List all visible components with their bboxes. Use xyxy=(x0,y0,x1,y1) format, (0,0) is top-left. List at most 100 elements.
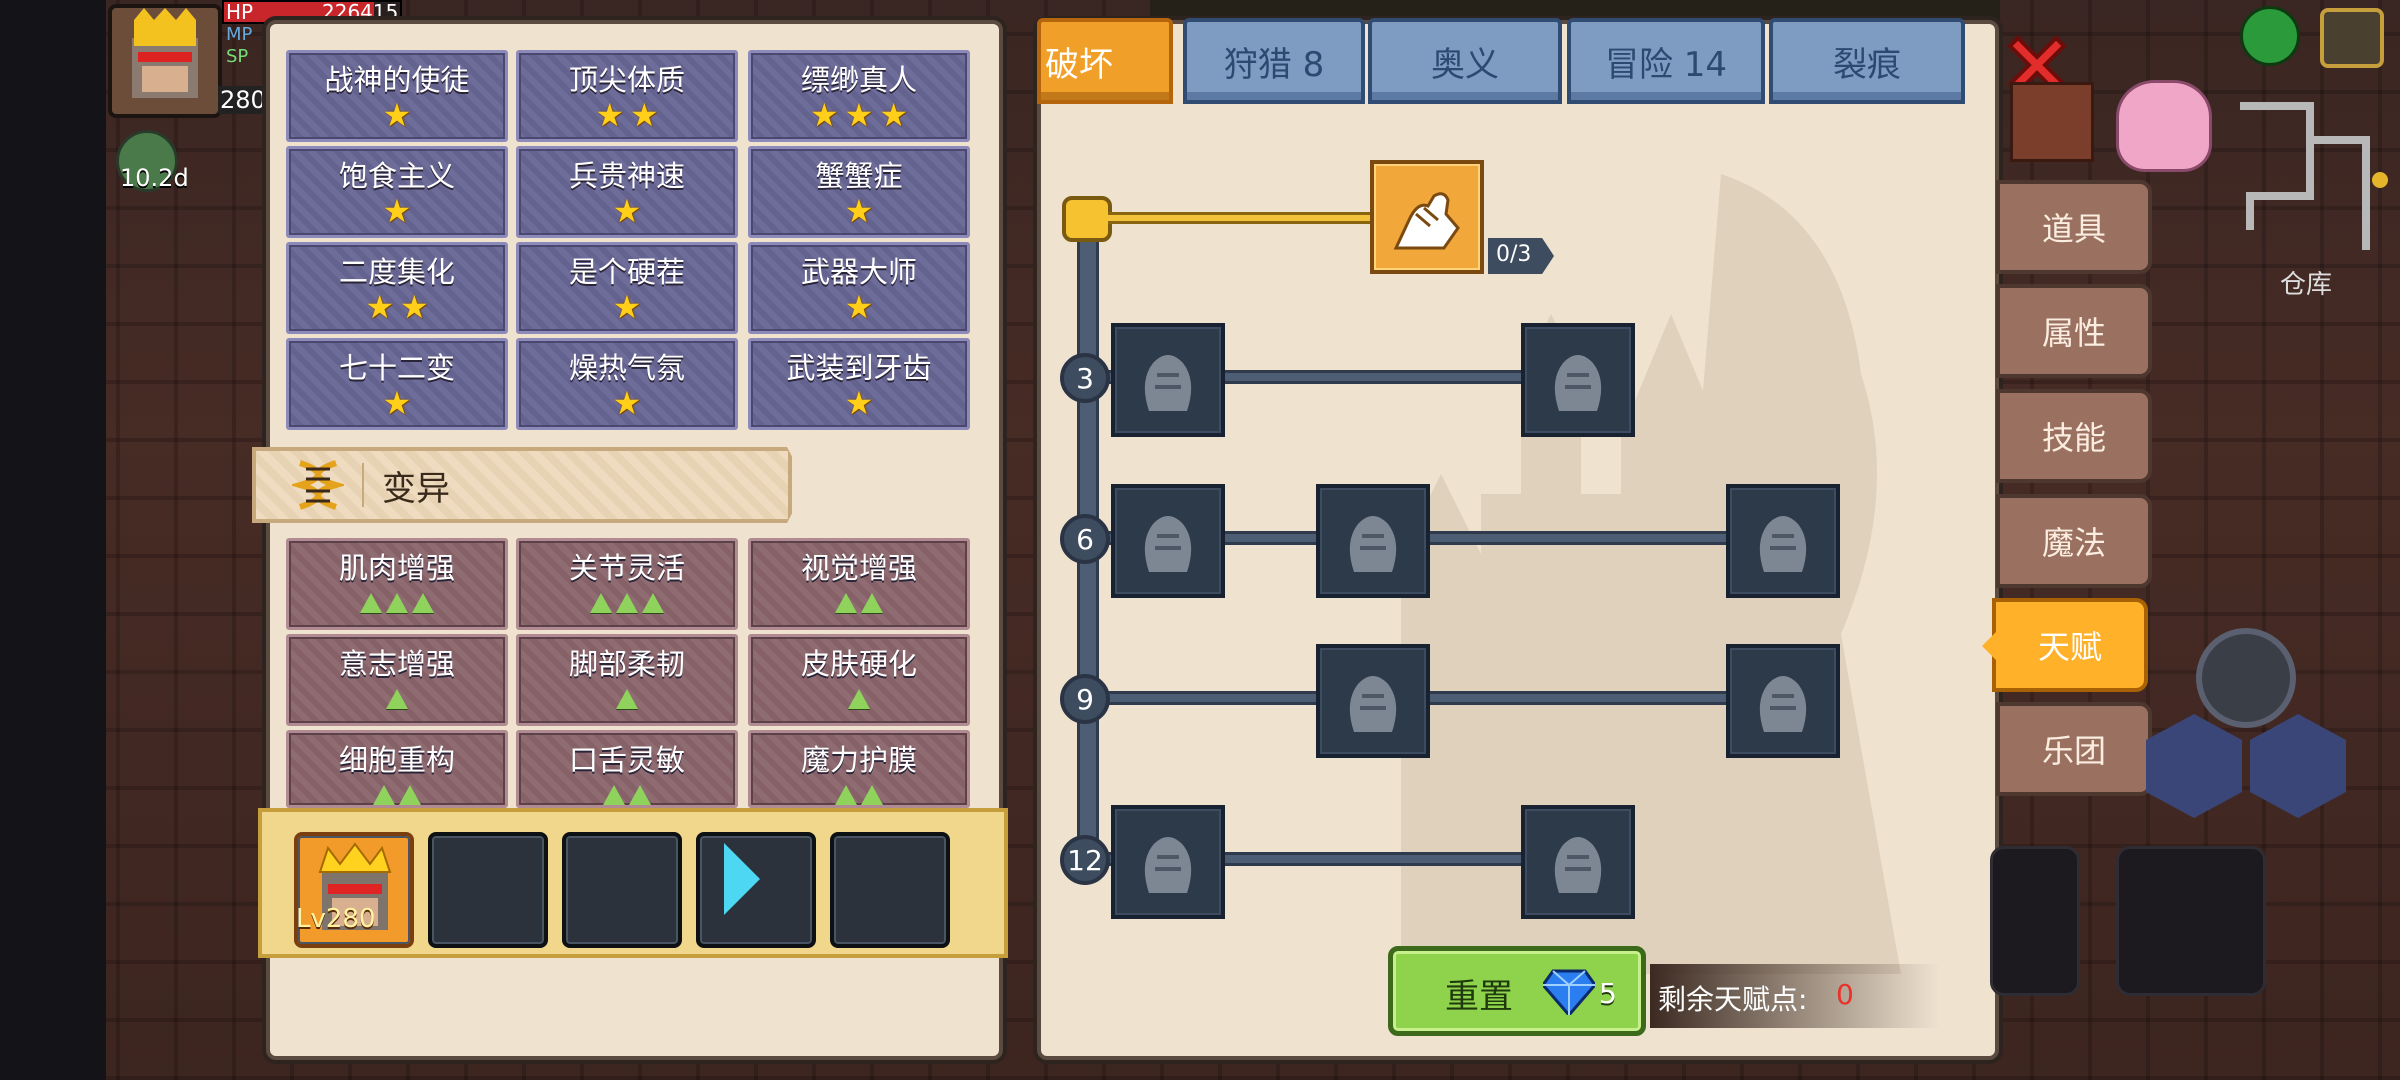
trait-card[interactable]: 战神的使徒 ★ xyxy=(286,50,508,142)
level-triangle-icon xyxy=(861,593,883,613)
party-slot-empty[interactable] xyxy=(830,832,950,948)
trait-card[interactable]: 顶尖体质 ★ ★ xyxy=(516,50,738,142)
bow-weapon-icon[interactable] xyxy=(2116,846,2266,996)
trait-name: 燥热气氛 xyxy=(568,351,685,385)
tab-secret[interactable]: 奥义 xyxy=(1368,18,1562,104)
side-tab[interactable]: 魔法 xyxy=(1996,494,2152,588)
talent-node[interactable] xyxy=(1316,484,1430,598)
active-pointer-icon xyxy=(1982,632,1996,660)
reset-button[interactable]: 重置 5 xyxy=(1388,946,1646,1036)
mutation-name: 口舌灵敏 xyxy=(568,743,685,777)
diamond-icon xyxy=(1543,969,1595,1015)
star-icon: ★ xyxy=(382,192,412,230)
trait-name: 七十二变 xyxy=(338,351,455,385)
mutation-card[interactable]: 视觉增强 xyxy=(748,538,970,630)
arm-wrestle-icon xyxy=(1393,192,1460,250)
trait-card[interactable]: 缥缈真人 ★ ★ ★ xyxy=(748,50,970,142)
player-avatar[interactable] xyxy=(108,4,222,118)
talent-node[interactable] xyxy=(1111,484,1225,598)
level-triangle-icon xyxy=(848,689,870,709)
star-icon: ★ xyxy=(612,192,642,230)
mutation-card[interactable]: 口舌灵敏 xyxy=(516,730,738,808)
tab-hunt[interactable]: 狩猎 8 xyxy=(1183,18,1365,104)
mutation-card[interactable]: 关节灵活 xyxy=(516,538,738,630)
trait-stars: ★ xyxy=(845,291,874,323)
mutation-name: 关节灵活 xyxy=(568,551,685,585)
remaining-points-bar: 剩余天赋点: 0 xyxy=(1650,964,1940,1028)
trait-card[interactable]: 七十二变 ★ xyxy=(286,338,508,430)
trait-card[interactable]: 燥热气氛 ★ xyxy=(516,338,738,430)
talent-node[interactable] xyxy=(1726,484,1840,598)
trait-name: 缥缈真人 xyxy=(800,63,917,97)
trait-stars: ★ xyxy=(383,195,412,227)
trait-name: 战神的使徒 xyxy=(324,63,470,97)
trait-name: 是个硬茬 xyxy=(568,255,685,289)
npc-avatar[interactable] xyxy=(2116,80,2212,172)
talent-node[interactable] xyxy=(1726,644,1840,758)
mutation-card[interactable]: 意志增强 xyxy=(286,634,508,726)
axe-weapon-icon[interactable] xyxy=(1990,846,2080,996)
shop-building-icon[interactable] xyxy=(2010,82,2094,162)
minimap[interactable] xyxy=(2230,100,2390,250)
trait-card[interactable]: 武器大师 ★ xyxy=(748,242,970,334)
map-label: 仓库 xyxy=(2280,270,2333,300)
star-icon: ★ xyxy=(382,384,412,422)
mutation-name: 细胞重构 xyxy=(338,743,455,777)
trait-card[interactable]: 饱食主义 ★ xyxy=(286,146,508,238)
talent-node[interactable] xyxy=(1111,323,1225,437)
level-triangle-icon xyxy=(373,785,395,805)
tab-destroy[interactable]: 破坏 xyxy=(1037,18,1173,104)
trait-stars: ★ xyxy=(383,99,412,131)
side-tab[interactable]: 属性 xyxy=(1996,284,2152,378)
mutation-level xyxy=(603,785,651,805)
mutation-level xyxy=(848,689,870,709)
remaining-label: 剩余天赋点: xyxy=(1658,983,1808,1016)
trait-card[interactable]: 兵贵神速 ★ xyxy=(516,146,738,238)
trait-card[interactable]: 是个硬茬 ★ xyxy=(516,242,738,334)
mutation-card[interactable]: 魔力护膜 xyxy=(748,730,970,808)
tab-rift[interactable]: 裂痕 xyxy=(1769,18,1965,104)
star-icon: ★ xyxy=(595,96,624,134)
search-skill-icon[interactable] xyxy=(2196,628,2296,728)
network-globe-icon[interactable] xyxy=(2240,6,2300,66)
talent-node[interactable] xyxy=(1521,323,1635,437)
trait-card[interactable]: 二度集化 ★ ★ xyxy=(286,242,508,334)
trait-name: 二度集化 xyxy=(338,255,455,289)
next-arrow-icon[interactable] xyxy=(724,843,760,915)
party-slot-empty[interactable] xyxy=(562,832,682,948)
star-icon: ★ xyxy=(382,96,412,134)
talent-node[interactable] xyxy=(1111,805,1225,919)
side-tab-label: 乐团 xyxy=(2041,732,2106,770)
trait-card[interactable]: 蟹蟹症 ★ xyxy=(748,146,970,238)
star-icon: ★ xyxy=(630,96,659,134)
reset-cost: 5 xyxy=(1599,977,1617,1010)
mutation-card[interactable]: 脚部柔韧 xyxy=(516,634,738,726)
talent-node[interactable] xyxy=(1521,805,1635,919)
star-icon: ★ xyxy=(879,96,909,134)
mutation-card[interactable]: 细胞重构 xyxy=(286,730,508,808)
level-triangle-icon xyxy=(835,785,857,805)
exit-icon[interactable] xyxy=(2320,8,2384,68)
hp-label: HP xyxy=(226,0,254,24)
trait-card[interactable]: 武装到牙齿 ★ xyxy=(748,338,970,430)
talent-node[interactable] xyxy=(1316,644,1430,758)
trait-stars: ★ xyxy=(613,195,642,227)
star-icon: ★ xyxy=(612,288,642,326)
tab-rift-label: 裂痕 xyxy=(1833,44,1901,85)
mutation-card[interactable]: 皮肤硬化 xyxy=(748,634,970,726)
card-burst-icon xyxy=(1144,516,1192,572)
side-tab[interactable]: 天赋 xyxy=(1992,598,2148,692)
side-tab[interactable]: 技能 xyxy=(1996,389,2152,483)
mutation-card[interactable]: 肌肉增强 xyxy=(286,538,508,630)
side-tab-label: 属性 xyxy=(2041,314,2106,352)
party-slot-empty[interactable] xyxy=(428,832,548,948)
ground-ripple-icon xyxy=(1349,676,1397,732)
trait-stars: ★ ★ xyxy=(365,291,428,323)
talent-node-armwrestle[interactable] xyxy=(1370,160,1484,274)
side-tab[interactable]: 道具 xyxy=(1996,180,2152,274)
trait-stars: ★ xyxy=(613,291,642,323)
side-tab[interactable]: 乐团 xyxy=(1996,702,2152,796)
remaining-value: 0 xyxy=(1836,978,1854,1011)
brute-silhouette-icon xyxy=(1144,355,1192,411)
tab-adventure[interactable]: 冒险 14 xyxy=(1567,18,1765,104)
